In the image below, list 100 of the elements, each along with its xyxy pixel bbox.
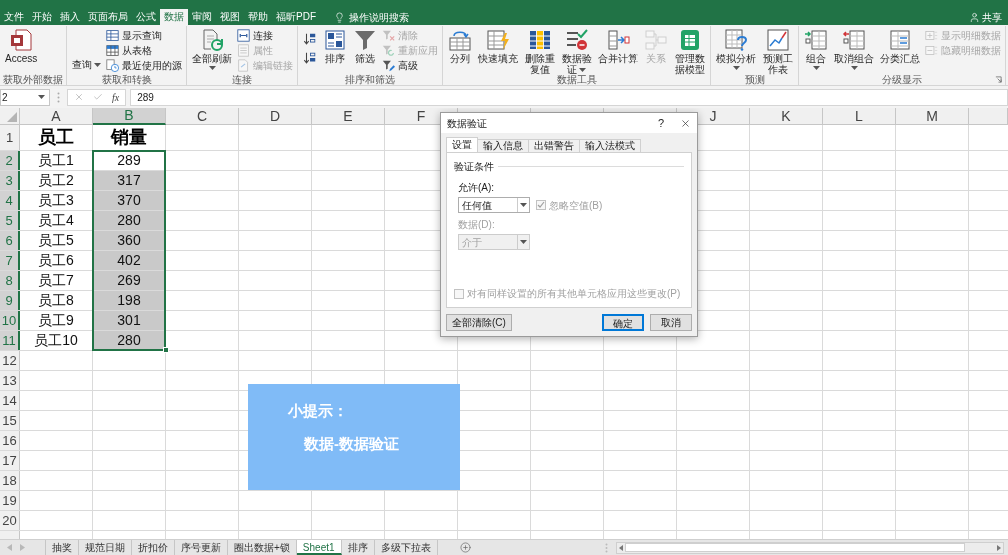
row-header[interactable]: 11 — [0, 331, 20, 350]
sheet-tab[interactable]: 折扣价 — [132, 540, 175, 555]
dialog-tab[interactable]: 设置 — [446, 137, 478, 152]
dialog-tab[interactable]: 输入法模式 — [579, 139, 641, 152]
column-header[interactable]: D — [239, 108, 312, 125]
column-header[interactable]: C — [166, 108, 239, 125]
ribbon-button[interactable]: 全部刷新 — [190, 28, 234, 70]
ribbon-button[interactable]: 最近使用的源 — [105, 58, 183, 73]
row-header[interactable]: 15 — [0, 411, 20, 430]
name-box[interactable]: 2 — [0, 88, 50, 106]
ribbon-tab[interactable]: 文件 — [0, 9, 28, 25]
caret-icon — [208, 66, 216, 70]
ribbon-button[interactable]: 排序 — [321, 28, 349, 64]
sheet-tab[interactable]: 规范日期 — [79, 540, 132, 555]
sheet-tab[interactable]: 多级下拉表 — [374, 540, 438, 555]
row-header[interactable]: 10 — [0, 311, 20, 330]
row-header[interactable]: 9 — [0, 291, 20, 310]
sheet-tab[interactable]: 圈出数据+锁 — [228, 540, 297, 555]
row-header[interactable]: 12 — [0, 351, 20, 370]
left-arrow-icon[interactable] — [619, 544, 623, 551]
row-header[interactable]: 8 — [0, 271, 20, 290]
row-header[interactable]: 20 — [0, 511, 20, 530]
ribbon-button[interactable]: 取消组合 — [832, 28, 876, 70]
row-header[interactable]: 4 — [0, 191, 20, 210]
column-header[interactable] — [969, 108, 1008, 125]
dialog-button[interactable]: 全部清除(C) — [446, 313, 512, 331]
cancel-icon[interactable] — [74, 92, 84, 102]
sheet-tab[interactable]: Sheet1 — [296, 540, 342, 555]
help-button[interactable]: ? — [653, 114, 668, 132]
ribbon-button[interactable]: 快速填充 — [476, 28, 520, 64]
right-arrow-icon[interactable] — [20, 544, 25, 551]
ribbon-button[interactable]: 高级 — [381, 58, 439, 73]
ribbon-button[interactable]: 显示查询 — [105, 28, 183, 43]
ribbon-button[interactable]: Access — [3, 28, 40, 64]
ribbon-tab[interactable]: 页面布局 — [84, 9, 132, 25]
ribbon-button[interactable]: 连接 — [236, 28, 294, 43]
dialog-tab[interactable]: 输入信息 — [477, 139, 529, 152]
ribbon-button[interactable]: 预测工作表 — [760, 28, 795, 75]
column-header[interactable]: E — [312, 108, 385, 125]
dialog-button[interactable]: 确定 — [602, 313, 644, 331]
row-header[interactable]: 1 — [0, 125, 20, 150]
sheet-tab[interactable]: 抽奖 — [46, 540, 79, 555]
formula-input[interactable]: 289 — [130, 88, 1008, 106]
share-button[interactable]: 共享 — [969, 9, 1002, 25]
row-header[interactable]: 6 — [0, 231, 20, 250]
dialog-launcher-icon[interactable] — [995, 76, 1002, 83]
show-detail-icon — [925, 29, 938, 42]
ribbon-button[interactable]: 删除重复值 — [522, 28, 557, 75]
row-header[interactable]: 19 — [0, 491, 20, 510]
add-sheet-icon[interactable] — [459, 542, 471, 553]
row-header[interactable]: 3 — [0, 171, 20, 190]
ribbon-tab[interactable]: 插入 — [56, 9, 84, 25]
column-header[interactable]: K — [750, 108, 823, 125]
dropdown-field[interactable]: 任何值 — [458, 197, 530, 213]
ribbon-button[interactable]: 管理数据模型 — [672, 28, 707, 75]
column-header[interactable]: A — [20, 108, 93, 125]
row-header[interactable]: 2 — [0, 151, 20, 170]
ribbon-button[interactable]: 分列 — [446, 28, 474, 64]
ribbon-button[interactable]: 分类汇总 — [878, 28, 922, 64]
ribbon-button[interactable]: 从表格 — [105, 43, 183, 58]
ribbon-tab[interactable]: 帮助 — [244, 9, 272, 25]
fill-handle[interactable] — [163, 347, 169, 353]
row-header[interactable] — [0, 531, 20, 539]
row-header[interactable]: 13 — [0, 371, 20, 390]
ribbon-button[interactable]: 查询 — [70, 58, 103, 70]
ribbon-tab[interactable]: 视图 — [216, 9, 244, 25]
sort-descending-icon[interactable] — [303, 51, 317, 65]
row-header[interactable]: 7 — [0, 251, 20, 270]
row-header[interactable]: 17 — [0, 451, 20, 470]
sheet-tab[interactable]: 排序 — [341, 540, 375, 555]
right-arrow-icon[interactable] — [997, 544, 1001, 551]
ribbon-button[interactable]: 合并计算 — [596, 28, 640, 64]
ribbon-button[interactable]: 模拟分析 — [714, 28, 758, 70]
ribbon-tab[interactable]: 福昕PDF — [272, 9, 320, 25]
horizontal-scrollbar[interactable] — [616, 541, 1004, 554]
ribbon-tab[interactable]: 审阅 — [188, 9, 216, 25]
insert-function-button[interactable]: fx — [112, 89, 120, 105]
row-header[interactable]: 14 — [0, 391, 20, 410]
left-arrow-icon[interactable] — [7, 544, 12, 551]
ribbon-tab[interactable]: 数据 — [160, 9, 188, 25]
column-header[interactable]: M — [896, 108, 969, 125]
sort-ascending-icon[interactable] — [303, 32, 317, 46]
select-all-icon[interactable] — [7, 112, 17, 122]
ribbon-button[interactable]: 数据验证 — [559, 28, 594, 75]
scrollbar-thumb[interactable] — [625, 543, 965, 552]
row-header[interactable]: 18 — [0, 471, 20, 490]
sheet-tab[interactable]: 序号更新 — [175, 540, 228, 555]
dialog-button[interactable]: 取消 — [650, 313, 692, 331]
tell-me-search[interactable]: 操作说明搜索 — [334, 9, 409, 25]
dialog-tab[interactable]: 出错警告 — [528, 139, 580, 152]
enter-icon[interactable] — [93, 92, 103, 102]
column-header[interactable]: B — [93, 108, 166, 125]
close-icon[interactable] — [680, 117, 691, 129]
ribbon-tab[interactable]: 公式 — [132, 9, 160, 25]
ribbon-button[interactable]: 组合 — [802, 28, 830, 70]
column-header[interactable]: L — [823, 108, 896, 125]
row-header[interactable]: 5 — [0, 211, 20, 230]
row-header[interactable]: 16 — [0, 431, 20, 450]
ribbon-button[interactable]: 筛选 — [351, 28, 379, 64]
ribbon-tab[interactable]: 开始 — [28, 9, 56, 25]
